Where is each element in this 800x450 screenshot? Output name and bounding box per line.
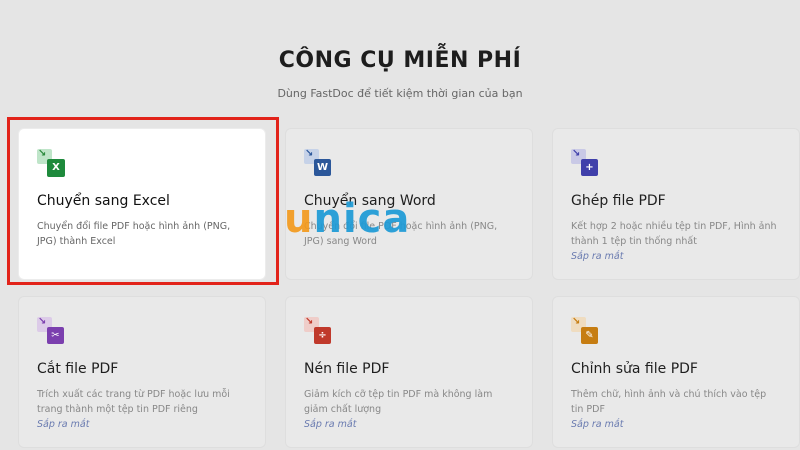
tool-card-edit-pdf[interactable]: ↘ ✎ Chỉnh sửa file PDF Thêm chữ, hình ản… (552, 296, 800, 448)
pencil-icon: ✎ (581, 327, 598, 344)
divide-icon: ÷ (314, 327, 331, 344)
arrow-icon: ↘ (305, 148, 314, 159)
arrow-icon: ↘ (572, 316, 581, 327)
highlight-box (7, 117, 279, 285)
scissors-icon: ✂ (47, 327, 64, 344)
split-pdf-icon: ↘ ✂ (37, 316, 67, 347)
coming-soon-badge: Sắp ra mắt (37, 419, 90, 430)
merge-pdf-icon: ↘ + (571, 148, 601, 179)
tool-description: Giảm kích cỡ tệp tin PDF mà không làm gi… (304, 389, 493, 415)
coming-soon-badge: Sắp ra mắt (304, 419, 357, 430)
tool-card-merge-pdf[interactable]: ↘ + Ghép file PDF Kết hợp 2 hoặc nhiều t… (552, 128, 800, 280)
tool-description: Kết hợp 2 hoặc nhiều tệp tin PDF, Hình ả… (571, 221, 777, 247)
tool-card-compress-pdf[interactable]: ↘ ÷ Nén file PDF Giảm kích cỡ tệp tin PD… (285, 296, 533, 448)
tool-title: Ghép file PDF (571, 193, 666, 209)
tool-description: Trích xuất các trang từ PDF hoặc lưu mỗi… (37, 389, 230, 415)
watermark-rest: nica (313, 196, 411, 242)
tool-title: Chỉnh sửa file PDF (571, 361, 698, 377)
arrow-icon: ↘ (38, 316, 47, 327)
word-icon: ↘ W (304, 148, 334, 179)
page-subtitle: Dùng FastDoc để tiết kiệm thời gian của … (277, 87, 523, 100)
plus-icon: + (581, 159, 598, 176)
watermark-first: u (284, 196, 314, 242)
unica-watermark-logo: unica (284, 196, 410, 246)
coming-soon-badge: Sắp ra mắt (571, 251, 624, 262)
arrow-icon: ↘ (572, 148, 581, 159)
page-title: CÔNG CỤ MIỄN PHÍ (278, 48, 522, 73)
compress-pdf-icon: ↘ ÷ (304, 316, 334, 347)
word-icon-glyph: W (314, 159, 331, 176)
arrow-icon: ↘ (305, 316, 314, 327)
coming-soon-badge: Sắp ra mắt (571, 419, 624, 430)
tool-title: Nén file PDF (304, 361, 390, 377)
tool-card-split-pdf[interactable]: ↘ ✂ Cắt file PDF Trích xuất các trang từ… (18, 296, 266, 448)
edit-pdf-icon: ↘ ✎ (571, 316, 601, 347)
tool-description: Thêm chữ, hình ảnh và chú thích vào tệp … (571, 389, 767, 415)
tool-title: Cắt file PDF (37, 361, 119, 377)
